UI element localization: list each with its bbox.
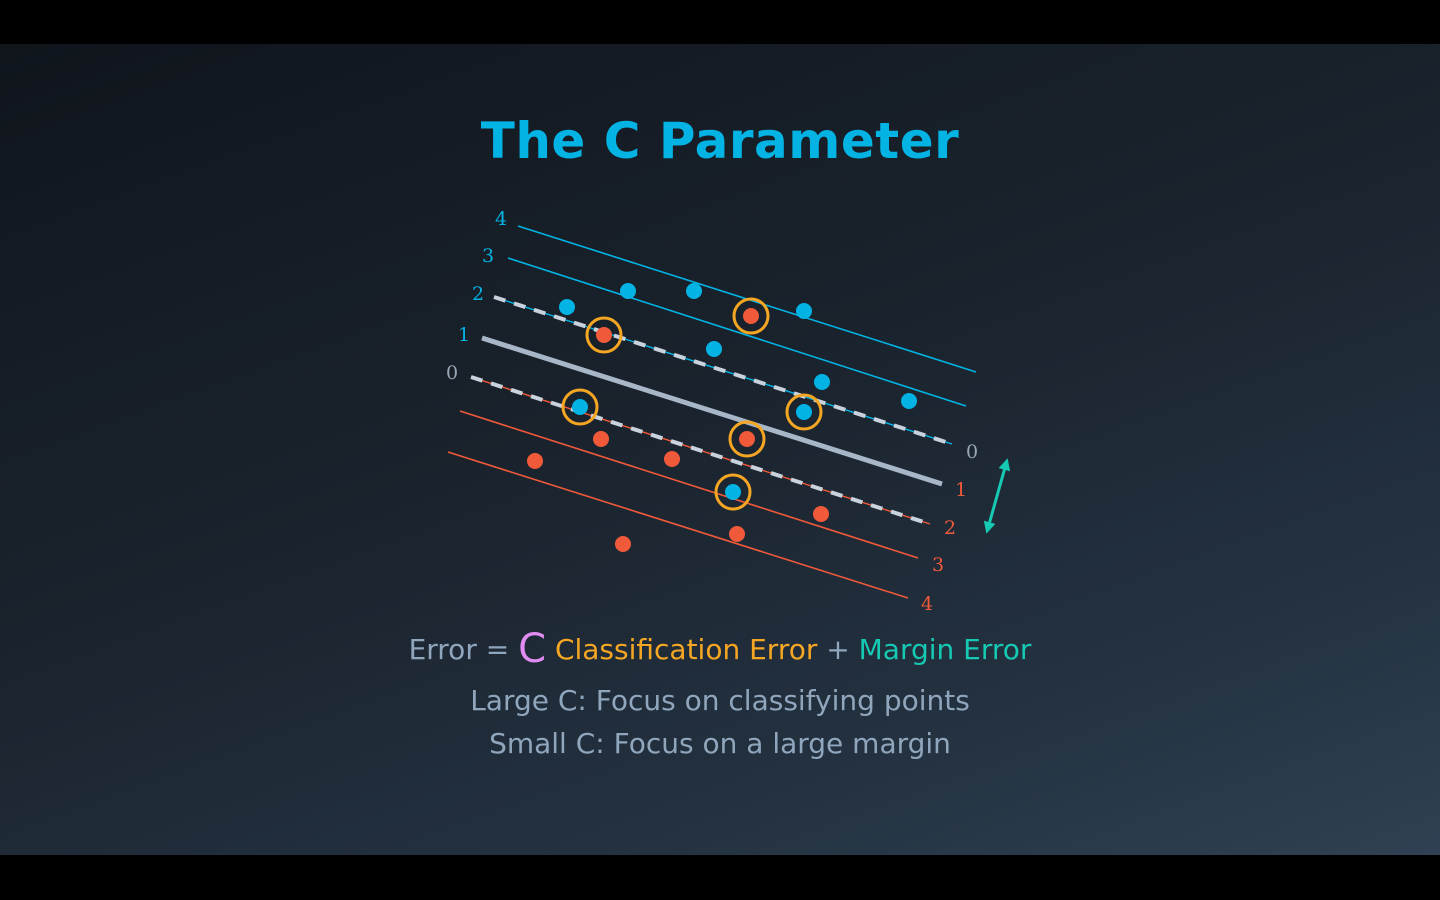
red-point [739,431,755,447]
red-line-3 [459,410,919,559]
blue-label-2: 2 [472,283,484,305]
red-point [813,506,829,522]
blue-label-1: 1 [458,324,470,346]
red-point [596,327,612,343]
red-point [729,526,745,542]
blue-point [901,393,917,409]
letterbox-bottom [0,855,1440,900]
plus-sign: + [817,633,859,666]
blue-label-3: 3 [482,245,494,267]
red-label-2: 2 [944,517,956,539]
red-label-4: 4 [921,593,933,615]
blue-line-3 [507,257,967,407]
red-label-1: 1 [955,479,967,501]
red-point [743,308,759,324]
red-label-0: 0 [966,441,978,463]
red-point [593,431,609,447]
blue-point [796,303,812,319]
decision-boundary [481,335,943,487]
small-c-description: Small C: Focus on a large margin [489,727,951,760]
error-equation: Error = C Classification Error + Margin … [0,626,1440,672]
blue-margin-dashes [493,295,953,446]
blue-point [706,341,722,357]
letterbox-top [0,0,1440,44]
red-margin-dashes [470,375,931,526]
red-label-3: 3 [932,554,944,576]
blue-point [620,283,636,299]
margin-error-term: Margin Error [858,633,1032,666]
red-point [615,536,631,552]
c-symbol: C [518,626,547,672]
equation-prefix: Error = [408,633,519,666]
red-point [664,451,680,467]
blue-label-0: 0 [446,362,458,384]
slide: The C Parameter 4 3 2 1 0 0 1 2 3 4 Erro… [0,44,1440,855]
red-point [527,453,543,469]
blue-point [796,404,812,420]
red-line-4 [447,451,909,599]
blue-point [559,299,575,315]
blue-point [686,283,702,299]
classification-error-term: Classification Error [554,633,818,666]
blue-point [725,484,741,500]
blue-point [814,374,830,390]
margin-width-arrow [983,458,1011,534]
blue-label-4: 4 [495,208,507,230]
large-c-description: Large C: Focus on classifying points [470,684,970,717]
blue-point [572,399,588,415]
